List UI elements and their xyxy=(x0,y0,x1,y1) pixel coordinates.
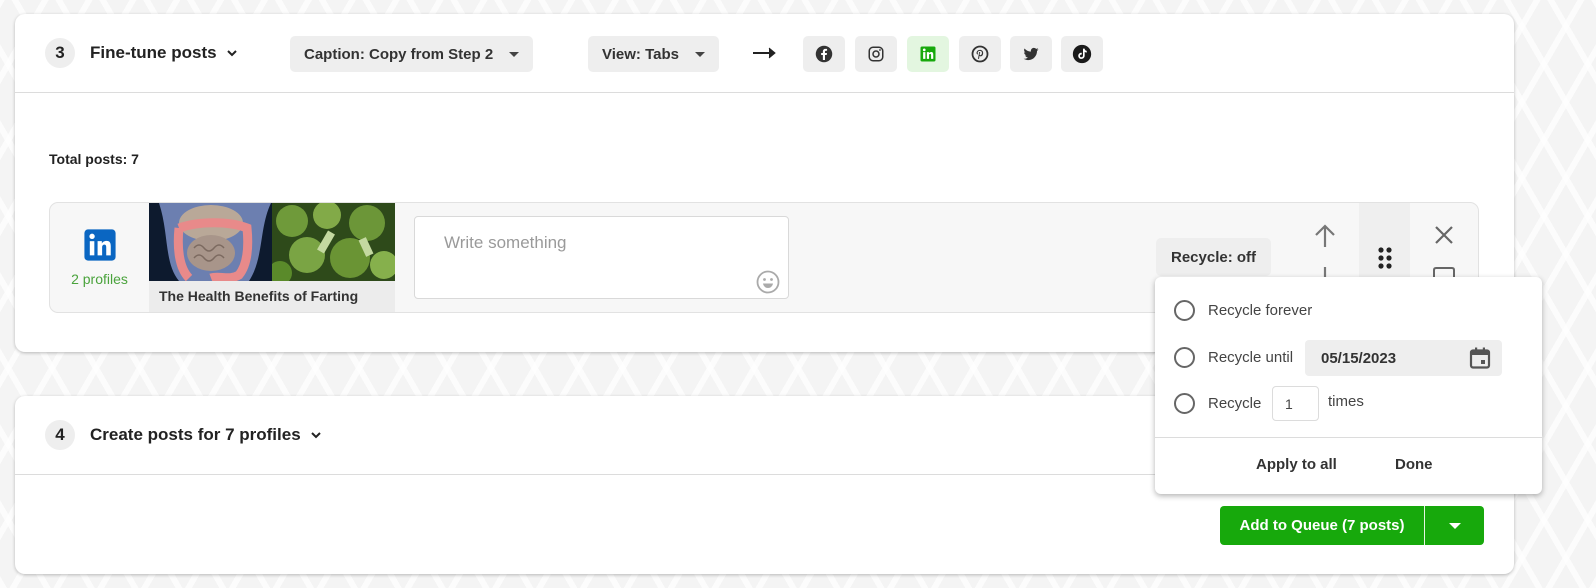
tiktok-icon xyxy=(1072,44,1092,64)
caret-down-icon xyxy=(1448,522,1461,529)
step-title[interactable]: Create posts for 7 profiles xyxy=(90,425,301,445)
done-button[interactable]: Done xyxy=(1395,456,1433,473)
chevron-down-icon[interactable] xyxy=(309,428,323,442)
network-tab-tiktok[interactable] xyxy=(1061,36,1103,72)
popover-divider xyxy=(1155,437,1542,438)
recycle-forever-radio[interactable] xyxy=(1174,299,1195,321)
twitter-icon xyxy=(1023,47,1039,61)
step-number-badge: 3 xyxy=(45,38,75,68)
add-to-queue-button[interactable]: Add to Queue (7 posts) xyxy=(1220,506,1425,545)
recycle-times-radio[interactable] xyxy=(1174,392,1195,414)
profiles-count[interactable]: 2 profiles xyxy=(71,271,128,287)
view-dropdown[interactable]: View: Tabs xyxy=(588,36,719,72)
move-up-icon[interactable] xyxy=(1313,223,1337,249)
recycle-until-date-field[interactable]: 05/15/2023 xyxy=(1305,340,1502,376)
recycle-times-option[interactable]: Recycle xyxy=(1174,391,1261,415)
recycle-forever-label: Recycle forever xyxy=(1208,301,1313,319)
instagram-icon xyxy=(868,46,884,62)
intestine-thumbnail-image xyxy=(149,203,276,281)
caret-down-icon xyxy=(509,51,520,57)
recycle-until-option[interactable]: Recycle until xyxy=(1174,345,1293,369)
step-title[interactable]: Fine-tune posts xyxy=(90,43,217,63)
facebook-icon xyxy=(815,45,833,63)
caption-dropdown[interactable]: Caption: Copy from Step 2 xyxy=(290,36,534,72)
close-icon[interactable] xyxy=(1434,225,1454,245)
apply-to-all-button[interactable]: Apply to all xyxy=(1256,456,1337,473)
times-label: times xyxy=(1328,393,1364,410)
linkedin-icon xyxy=(83,229,116,261)
emoji-icon[interactable] xyxy=(756,270,780,294)
caption-dropdown-label: Caption: Copy from Step 2 xyxy=(304,45,494,63)
step-number-badge: 4 xyxy=(45,420,75,450)
arrow-right-icon xyxy=(753,47,776,59)
add-to-queue-options-button[interactable] xyxy=(1425,506,1484,545)
network-tab-twitter[interactable] xyxy=(1010,36,1052,72)
compose-box[interactable] xyxy=(414,216,789,299)
pinterest-icon xyxy=(971,45,989,63)
recycle-button[interactable]: Recycle: off xyxy=(1156,238,1272,276)
link-preview-title: The Health Benefits of Farting xyxy=(159,288,359,304)
recycle-until-radio[interactable] xyxy=(1174,346,1195,368)
broccoli-thumbnail-image xyxy=(272,203,395,281)
recycle-popover: Recycle forever Recycle until 05/15/2023… xyxy=(1155,277,1542,494)
network-tab-pinterest[interactable] xyxy=(959,36,1001,72)
network-tab-linkedin[interactable] xyxy=(907,36,949,72)
network-tab-instagram[interactable] xyxy=(855,36,897,72)
recycle-times-input[interactable] xyxy=(1272,386,1319,421)
compose-input[interactable] xyxy=(444,233,744,253)
post-profile-cell: 2 profiles xyxy=(50,203,149,312)
add-to-queue-split-button: Add to Queue (7 posts) xyxy=(1220,506,1484,545)
recycle-times-label: Recycle xyxy=(1208,394,1262,412)
drag-dots-icon xyxy=(1377,246,1392,269)
view-dropdown-label: View: Tabs xyxy=(602,45,679,63)
chevron-down-icon[interactable] xyxy=(225,46,239,60)
caret-down-icon xyxy=(694,51,705,57)
network-tab-facebook[interactable] xyxy=(803,36,845,72)
recycle-until-label: Recycle until xyxy=(1208,348,1294,366)
recycle-until-date-value: 05/15/2023 xyxy=(1321,349,1397,367)
step-3-header: 3 Fine-tune posts Caption: Copy from Ste… xyxy=(15,14,1514,93)
calendar-icon[interactable] xyxy=(1468,346,1492,370)
link-preview[interactable]: The Health Benefits of Farting xyxy=(149,203,395,312)
total-posts-label: Total posts: 7 xyxy=(49,151,139,167)
recycle-forever-option[interactable]: Recycle forever xyxy=(1174,298,1312,322)
linkedin-icon xyxy=(920,46,936,62)
